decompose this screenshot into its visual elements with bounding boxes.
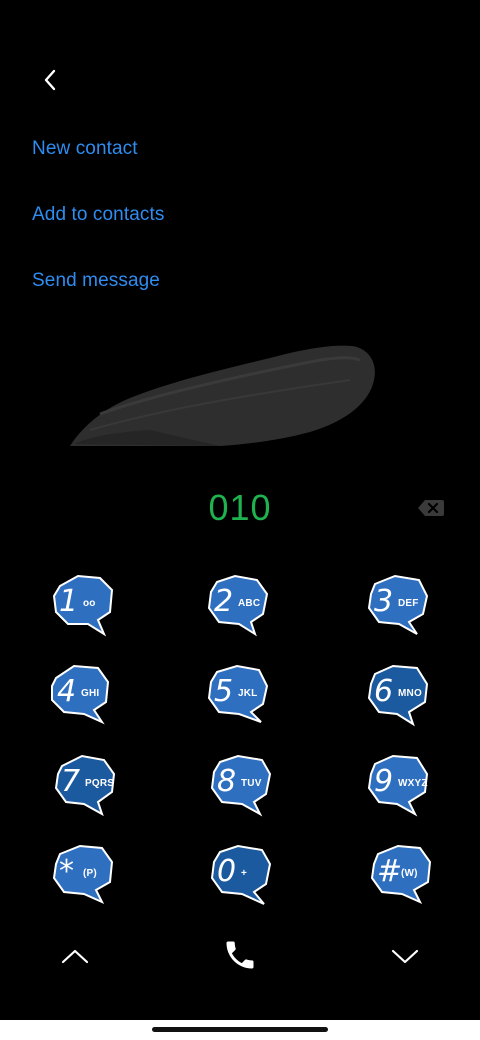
key-letters: GHI <box>81 688 100 699</box>
key-digit: 4 <box>57 674 77 709</box>
expand-button[interactable] <box>381 932 429 980</box>
key-digit: # <box>377 854 403 889</box>
key-letters: MNO <box>398 688 422 699</box>
home-indicator[interactable] <box>152 1027 328 1032</box>
key-letters: ABC <box>238 598 261 609</box>
backspace-icon[interactable] <box>417 498 445 518</box>
key-digit: 5 <box>214 674 234 709</box>
key-digit: 8 <box>217 764 237 799</box>
key-2[interactable]: 2 ABC <box>205 572 275 642</box>
key-letters: (W) <box>401 868 418 879</box>
key-digit: 7 <box>61 764 81 799</box>
key-hash[interactable]: # (W) <box>368 842 438 912</box>
key-letters: + <box>241 868 248 879</box>
call-button[interactable] <box>216 931 264 979</box>
key-letters: DEF <box>398 598 419 609</box>
key-3[interactable]: 3 DEF <box>365 572 435 642</box>
key-6[interactable]: 6 MNO <box>365 662 435 732</box>
phone-icon <box>226 941 254 969</box>
key-4[interactable]: 4 GHI <box>48 662 118 732</box>
key-letters: WXYZ <box>398 778 428 789</box>
add-to-contacts-link[interactable]: Add to contacts <box>32 204 164 226</box>
chevron-down-icon <box>391 949 419 964</box>
key-1[interactable]: 1 oo <box>50 572 120 642</box>
dialed-number: 010 <box>208 487 272 528</box>
chevron-up-icon <box>61 949 89 964</box>
key-7[interactable]: 7 PQRS <box>52 752 122 822</box>
back-button[interactable] <box>34 62 66 98</box>
key-letters: oo <box>83 598 96 609</box>
key-letters: TUV <box>241 778 262 789</box>
new-contact-link[interactable]: New contact <box>32 138 138 160</box>
key-letters: (P) <box>83 868 97 879</box>
key-8[interactable]: 8 TUV <box>208 752 278 822</box>
key-digit: 0 <box>217 854 237 889</box>
key-digit: 3 <box>374 584 394 619</box>
key-letters: JKL <box>238 688 258 699</box>
chevron-left-icon <box>44 69 56 91</box>
key-9[interactable]: 9 WXYZ <box>365 752 435 822</box>
brush-stroke-decoration <box>70 345 375 446</box>
key-5[interactable]: 5 JKL <box>205 662 275 732</box>
key-digit: 2 <box>214 584 234 619</box>
collapse-keypad-button[interactable] <box>51 932 99 980</box>
key-digit: 1 <box>59 584 79 619</box>
key-digit: 9 <box>374 764 394 799</box>
key-star[interactable]: * (P) <box>50 842 120 912</box>
send-message-link[interactable]: Send message <box>32 270 160 292</box>
key-digit: 6 <box>374 674 394 709</box>
key-0[interactable]: 0 + <box>208 842 278 912</box>
key-letters: PQRS <box>85 778 115 789</box>
key-digit: * <box>59 854 74 889</box>
